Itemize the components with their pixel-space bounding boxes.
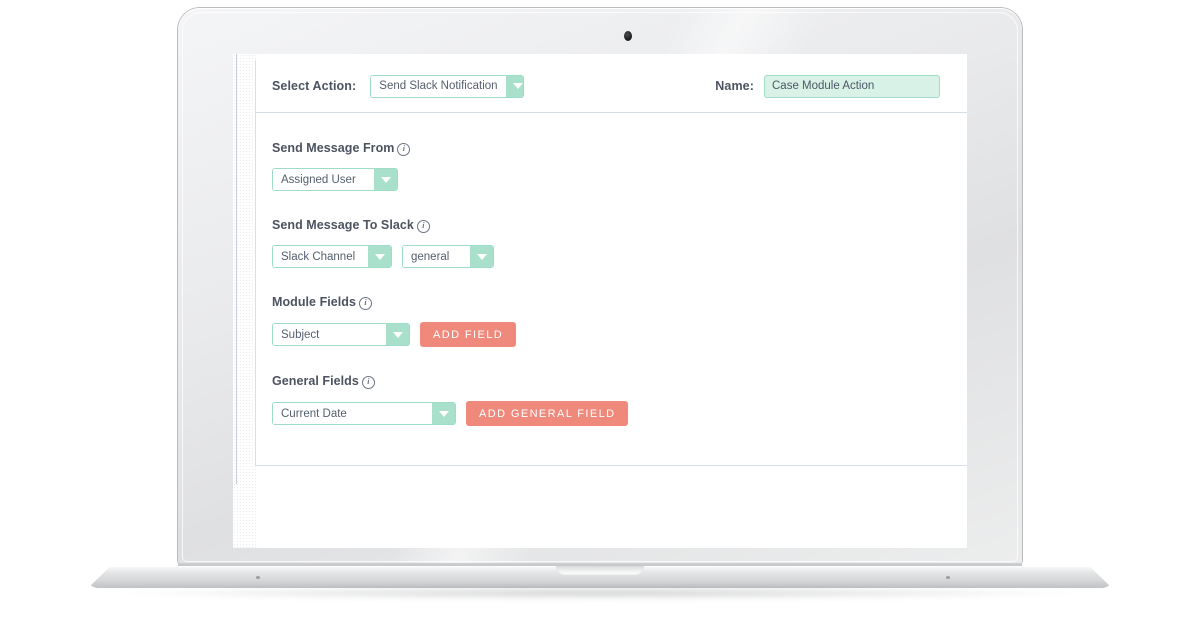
select-action-label: Select Action: — [272, 79, 357, 93]
add-general-field-button[interactable]: ADD GENERAL FIELD — [466, 401, 629, 426]
section-title: General Fields i — [272, 374, 960, 389]
info-icon[interactable]: i — [359, 296, 372, 310]
section-controls: Subject ADD FIELD — [272, 322, 960, 347]
card-body: Send Message From i Assigned User Send M… — [256, 113, 967, 426]
name-label: Name: — [715, 79, 754, 93]
module-field-value: Subject — [273, 324, 386, 345]
laptop-screen: Select Action: Send Slack Notification N… — [233, 54, 967, 548]
slack-channel-value: general — [403, 246, 470, 267]
select-action-dropdown[interactable]: Send Slack Notification — [370, 74, 525, 98]
section-title: Module Fields i — [272, 295, 960, 310]
section-controls: Assigned User — [272, 168, 960, 191]
info-icon[interactable]: i — [397, 142, 411, 156]
section-title-text: General Fields — [272, 374, 359, 388]
general-field-select[interactable]: Current Date — [272, 402, 456, 425]
select-action-value: Send Slack Notification — [371, 75, 506, 97]
screen-left-rail — [236, 54, 237, 484]
section-title: Send Message To Slack i — [272, 218, 960, 233]
section-send-message-from: Send Message From i Assigned User — [272, 141, 960, 191]
laptop-base-notch — [556, 566, 644, 575]
laptop-base-foot-left — [256, 576, 260, 579]
slack-target-type-value: Slack Channel — [273, 246, 368, 267]
section-title-text: Send Message To Slack — [272, 218, 414, 232]
section-title-text: Module Fields — [272, 295, 356, 309]
slack-target-type-select[interactable]: Slack Channel — [272, 245, 392, 268]
chevron-down-icon[interactable] — [386, 324, 409, 345]
chevron-down-icon[interactable] — [368, 246, 391, 267]
slack-channel-select[interactable]: general — [402, 245, 494, 268]
card-header: Select Action: Send Slack Notification N… — [256, 60, 967, 113]
name-input[interactable]: Case Module Action — [764, 74, 940, 98]
info-icon[interactable]: i — [416, 219, 430, 233]
general-field-value: Current Date — [273, 403, 432, 424]
send-message-from-select[interactable]: Assigned User — [272, 168, 398, 191]
section-controls: Slack Channel general — [272, 245, 960, 268]
webcam-icon — [624, 31, 632, 41]
section-controls: Current Date ADD GENERAL FIELD — [272, 401, 960, 426]
section-send-message-to-slack: Send Message To Slack i Slack Channel ge… — [272, 218, 960, 268]
section-title-text: Send Message From — [272, 141, 395, 155]
select-action-group: Select Action: Send Slack Notification — [272, 74, 525, 98]
chevron-down-icon[interactable] — [470, 246, 493, 267]
section-module-fields: Module Fields i Subject ADD FIELD — [272, 295, 960, 347]
action-config-card: Select Action: Send Slack Notification N… — [255, 60, 967, 466]
chevron-down-icon[interactable] — [374, 169, 397, 190]
section-general-fields: General Fields i Current Date ADD GENERA… — [272, 374, 960, 426]
section-title: Send Message From i — [272, 141, 960, 156]
module-field-select[interactable]: Subject — [272, 323, 410, 346]
chevron-down-icon[interactable] — [432, 403, 455, 424]
chevron-down-icon[interactable] — [505, 75, 524, 97]
name-group: Name: Case Module Action — [715, 74, 958, 98]
laptop-base-foot-right — [946, 576, 950, 579]
screenshot-stage: Select Action: Send Slack Notification N… — [0, 0, 1200, 630]
laptop-drop-shadow — [120, 586, 1080, 600]
info-icon[interactable]: i — [361, 375, 375, 389]
send-message-from-value: Assigned User — [273, 169, 374, 190]
add-field-button[interactable]: ADD FIELD — [420, 322, 517, 347]
